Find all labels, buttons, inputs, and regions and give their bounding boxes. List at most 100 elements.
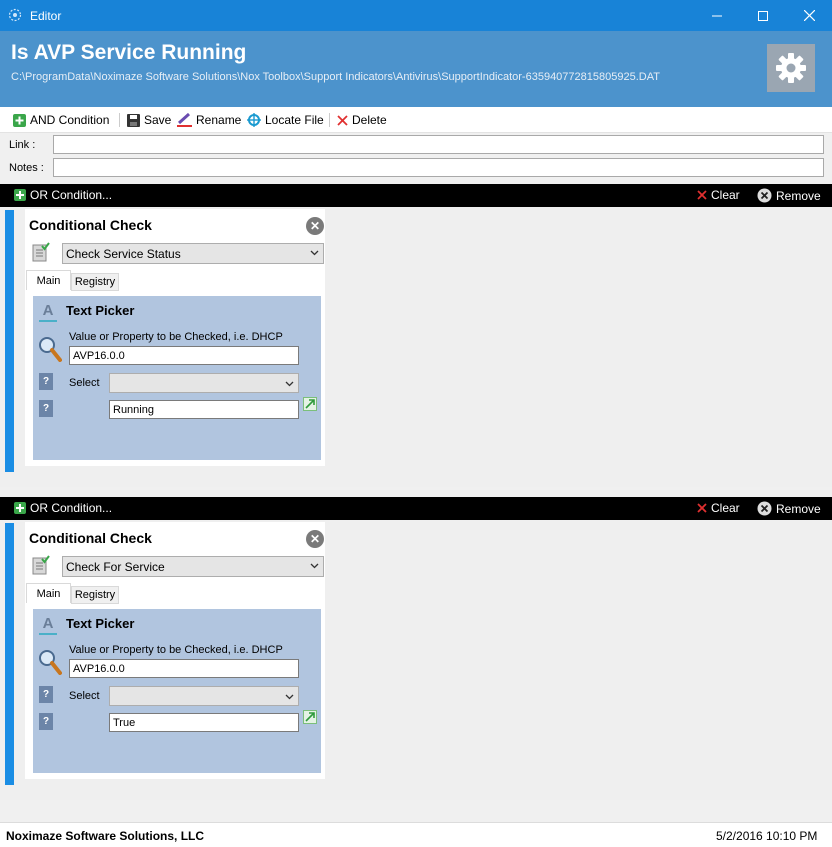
save-label: Save xyxy=(144,113,172,127)
delete-icon xyxy=(337,114,348,126)
clear-label: Clear xyxy=(711,188,740,202)
text-icon: A xyxy=(39,615,57,635)
remove-button[interactable]: Remove xyxy=(757,501,821,516)
file-path: C:\ProgramData\Noximaze Software Solutio… xyxy=(11,71,660,83)
remove-button[interactable]: Remove xyxy=(757,188,821,203)
tab-main[interactable]: Main xyxy=(26,583,71,603)
clear-icon xyxy=(697,190,707,200)
text-picker-panel: A Text Picker Value or Property to be Ch… xyxy=(33,296,321,460)
app-icon xyxy=(8,8,22,22)
conditional-check-title: Conditional Check xyxy=(29,217,152,233)
select-label: Select xyxy=(69,690,100,702)
and-condition-label: AND Condition xyxy=(30,113,110,127)
tab-main[interactable]: Main xyxy=(26,270,71,290)
remove-icon xyxy=(757,501,772,516)
tab-registry[interactable]: Registry xyxy=(71,273,119,291)
conditional-check-panel: Conditional Check ✕ Check For Service Ma… xyxy=(25,522,325,779)
magnifier-icon xyxy=(39,337,62,362)
checklist-icon xyxy=(32,555,50,575)
and-condition-button[interactable]: AND Condition xyxy=(13,111,109,129)
remove-check-button[interactable]: ✕ xyxy=(306,530,324,548)
add-icon xyxy=(14,502,26,514)
magnifier-icon xyxy=(39,650,62,675)
delete-label: Delete xyxy=(352,113,387,127)
remove-check-button[interactable]: ✕ xyxy=(306,217,324,235)
tab-registry[interactable]: Registry xyxy=(71,586,119,604)
maximize-icon xyxy=(758,10,768,21)
select-dropdown[interactable] xyxy=(109,373,299,393)
text-picker-panel: A Text Picker Value or Property to be Ch… xyxy=(33,609,321,773)
chevron-down-icon xyxy=(310,250,319,256)
check-type-value: Check For Service xyxy=(66,559,165,574)
compare-value-input[interactable]: Running xyxy=(109,400,299,419)
text-picker-title: Text Picker xyxy=(66,616,135,631)
notes-field[interactable] xyxy=(53,158,824,177)
clear-button[interactable]: Clear xyxy=(697,501,740,515)
save-icon xyxy=(127,113,140,127)
pencil-icon xyxy=(177,113,192,127)
toolbar-divider xyxy=(329,113,330,127)
value-input[interactable]: AVP16.0.0 xyxy=(69,659,299,678)
clear-icon xyxy=(697,503,707,513)
or-condition-bar: OR Condition... Clear Remove xyxy=(0,497,832,520)
rename-button[interactable]: Rename xyxy=(177,111,241,129)
chevron-down-icon xyxy=(285,694,294,700)
expand-icon[interactable] xyxy=(303,710,317,724)
window-title: Editor xyxy=(30,9,62,23)
help-icon: ? xyxy=(39,373,53,390)
text-icon: A xyxy=(39,302,57,322)
or-condition-button[interactable]: OR Condition... xyxy=(14,501,112,515)
close-icon xyxy=(803,10,815,21)
settings-button[interactable] xyxy=(767,44,815,92)
gear-icon xyxy=(776,53,806,83)
or-condition-bar: OR Condition... Clear Remove xyxy=(0,184,832,207)
target-icon xyxy=(247,113,261,127)
status-bar: Noximaze Software Solutions, LLC 5/2/201… xyxy=(0,822,832,847)
save-button[interactable]: Save xyxy=(127,111,171,129)
locate-file-button[interactable]: Locate File xyxy=(247,111,324,129)
help-icon: ? xyxy=(39,686,53,703)
checklist-icon xyxy=(32,242,50,262)
rename-label: Rename xyxy=(196,113,242,127)
editor-header: Is AVP Service Running C:\ProgramData\No… xyxy=(0,31,832,107)
expand-icon[interactable] xyxy=(303,397,317,411)
close-window-button[interactable] xyxy=(786,0,832,31)
check-type-value: Check Service Status xyxy=(66,246,181,261)
chevron-down-icon xyxy=(310,563,319,569)
condition-accent-strip xyxy=(5,210,14,472)
remove-label: Remove xyxy=(776,188,821,203)
or-condition-label: OR Condition... xyxy=(30,501,113,515)
select-label: Select xyxy=(69,377,100,389)
help-icon: ? xyxy=(39,713,53,730)
notes-label: Notes : xyxy=(9,162,44,174)
check-type-dropdown[interactable]: Check Service Status xyxy=(62,243,324,264)
locate-file-label: Locate File xyxy=(265,113,324,127)
company-name: Noximaze Software Solutions, LLC xyxy=(6,829,205,843)
clear-label: Clear xyxy=(711,501,740,515)
toolbar: AND Condition Save Rename Locate File De… xyxy=(0,107,832,133)
remove-icon xyxy=(757,188,772,203)
text-picker-title: Text Picker xyxy=(66,303,135,318)
or-condition-button[interactable]: OR Condition... xyxy=(14,188,112,202)
link-label: Link : xyxy=(9,139,36,151)
check-type-dropdown[interactable]: Check For Service xyxy=(62,556,324,577)
toolbar-divider xyxy=(119,113,120,127)
status-datetime: 5/2/2016 10:10 PM xyxy=(716,829,818,843)
conditional-check-title: Conditional Check xyxy=(29,530,152,546)
title-bar: Editor xyxy=(0,0,832,31)
delete-button[interactable]: Delete xyxy=(337,111,387,129)
or-condition-label: OR Condition... xyxy=(30,188,113,202)
add-icon xyxy=(13,113,26,127)
remove-label: Remove xyxy=(776,501,821,516)
compare-value-input[interactable]: True xyxy=(109,713,299,732)
minimize-button[interactable] xyxy=(694,0,740,31)
link-field[interactable] xyxy=(53,135,824,154)
add-icon xyxy=(14,189,26,201)
value-input[interactable]: AVP16.0.0 xyxy=(69,346,299,365)
minimize-icon xyxy=(712,15,722,16)
select-dropdown[interactable] xyxy=(109,686,299,706)
maximize-button[interactable] xyxy=(740,0,786,31)
clear-button[interactable]: Clear xyxy=(697,188,740,202)
conditional-check-panel: Conditional Check ✕ Check Service Status… xyxy=(25,209,325,466)
help-icon: ? xyxy=(39,400,53,417)
